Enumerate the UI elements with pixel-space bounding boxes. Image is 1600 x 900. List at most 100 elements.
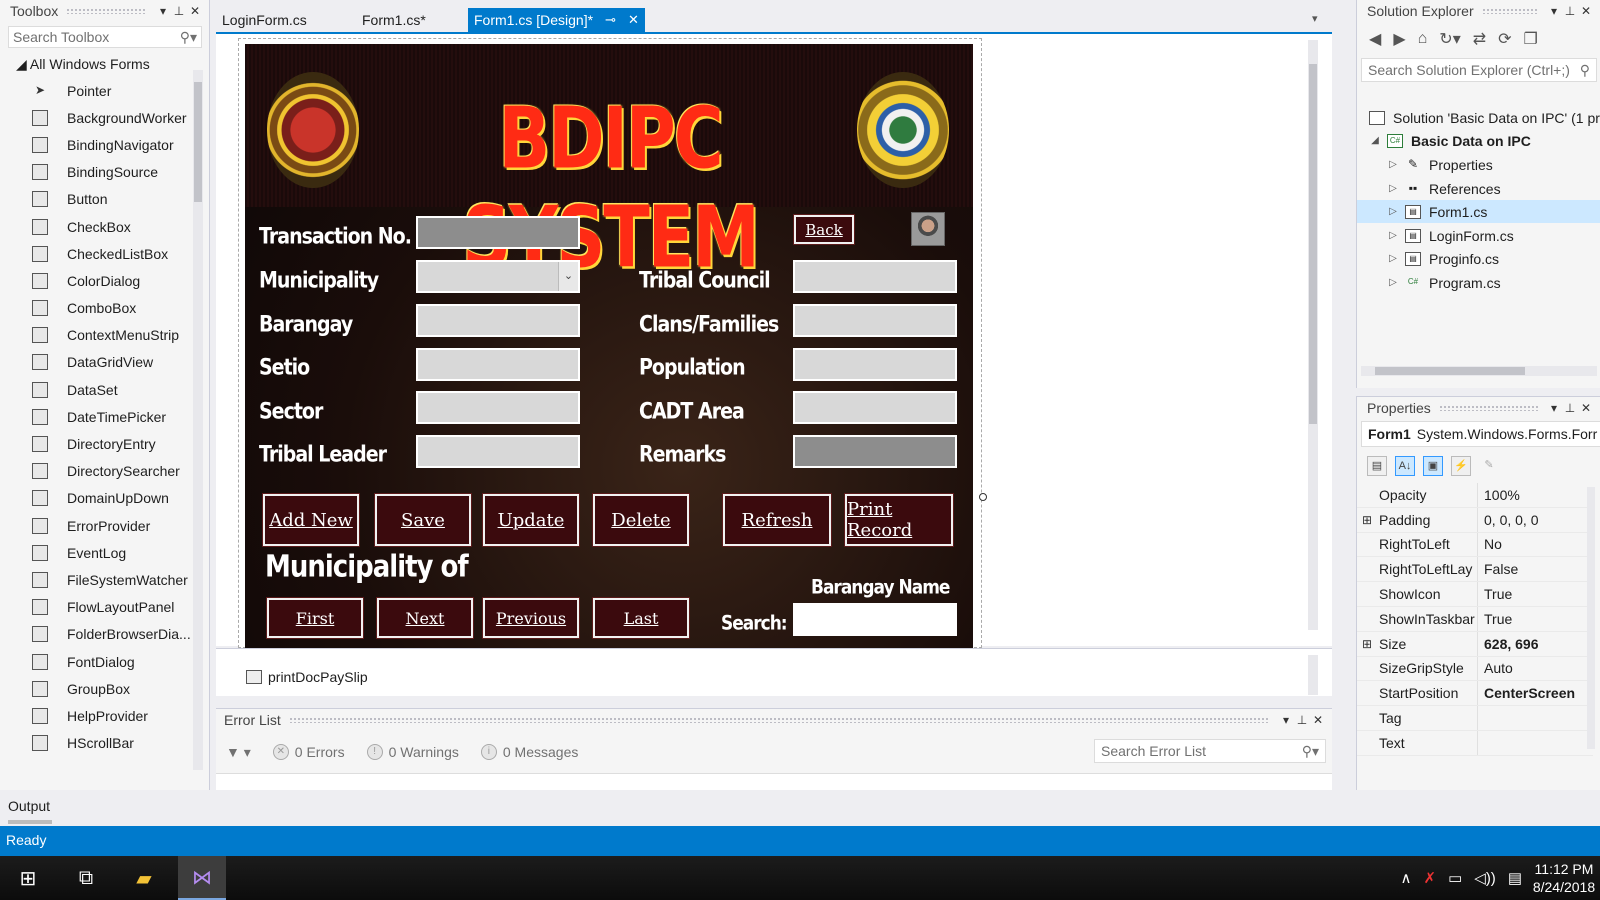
toolbox-item[interactable]: DirectorySearcher (0, 458, 209, 485)
solution-explorer-dropdown-icon[interactable]: ▾ (1546, 4, 1562, 18)
show-hidden-icons-icon[interactable]: ∧ (1401, 869, 1412, 887)
battery-icon[interactable]: ▭ (1448, 869, 1462, 887)
tree-item-properties[interactable]: ▷ ✎ Properties (1357, 153, 1600, 176)
properties-drag-grip[interactable] (1438, 405, 1538, 411)
toolbox-item[interactable]: CheckedListBox (0, 240, 209, 267)
tree-item-program[interactable]: ▷ C# Program.cs (1357, 271, 1600, 294)
property-value[interactable]: No (1477, 532, 1593, 557)
solution-explorer-drag-grip[interactable] (1481, 8, 1538, 14)
toolbox-item[interactable]: FlowLayoutPanel (0, 594, 209, 621)
toolbox-scrollbar[interactable] (193, 70, 203, 770)
forward-arrow-icon[interactable]: ▶ (1393, 29, 1405, 49)
search-field[interactable] (793, 603, 957, 636)
property-value[interactable]: True (1477, 582, 1593, 606)
solution-explorer-close-icon[interactable]: ✕ (1578, 4, 1594, 18)
update-button[interactable]: Update (482, 493, 580, 547)
property-row[interactable]: ⊞ Size 628, 696 (1357, 631, 1593, 657)
property-value[interactable]: False (1477, 557, 1593, 582)
property-value[interactable] (1477, 706, 1593, 730)
toolbox-item[interactable]: HelpProvider (0, 702, 209, 729)
add-new-button[interactable]: Add New (262, 493, 360, 547)
properties-dropdown-icon[interactable]: ▾ (1546, 401, 1562, 415)
toolbox-item[interactable]: ➤ Pointer (0, 77, 209, 104)
hscroll-thumb[interactable] (1375, 367, 1525, 375)
task-view-icon[interactable]: ⧉ (62, 856, 110, 900)
property-value[interactable] (1477, 731, 1593, 755)
property-pages-icon[interactable]: ✎ (1479, 456, 1499, 476)
collapse-all-icon[interactable]: ❐ (1524, 29, 1538, 49)
toolbox-item[interactable]: HScrollBar (0, 730, 209, 757)
toolbox-item[interactable]: CheckBox (0, 213, 209, 240)
error-list-close-icon[interactable]: ✕ (1310, 713, 1326, 727)
refresh-icon[interactable]: ⟳ (1498, 29, 1511, 49)
properties-scrollbar[interactable] (1587, 487, 1595, 749)
expand-arrow-icon[interactable]: ▷ (1387, 253, 1399, 264)
property-value[interactable]: 628, 696 (1477, 631, 1593, 656)
toolbox-item[interactable]: Button (0, 186, 209, 213)
properties-pin-icon[interactable]: ⊥ (1562, 401, 1578, 415)
resize-handle[interactable] (979, 493, 987, 501)
tab-overflow-icon[interactable]: ▾ (1312, 12, 1318, 25)
tree-item-loginform[interactable]: ▷ ▤ LoginForm.cs (1357, 224, 1600, 247)
toolbox-item[interactable]: GroupBox (0, 675, 209, 702)
property-row[interactable]: Text (1357, 731, 1593, 756)
toolbox-drag-grip[interactable] (66, 8, 147, 14)
history-icon[interactable]: ↻▾ (1439, 29, 1460, 49)
barangay-field[interactable] (416, 304, 580, 337)
form1-window[interactable]: BDIPC SYSTEM Back Transaction No. Munici… (245, 44, 973, 648)
property-row[interactable]: RightToLeft No (1357, 532, 1593, 558)
transaction-no-field[interactable] (416, 216, 580, 249)
expanded-arrow-icon[interactable]: ◢ (1369, 135, 1381, 146)
municipality-combo[interactable]: ⌄ (416, 260, 580, 293)
expand-icon[interactable]: ⊞ (1357, 637, 1377, 651)
home-icon[interactable]: ⌂ (1418, 30, 1428, 48)
expand-arrow-icon[interactable]: ▷ (1387, 159, 1399, 170)
network-warning-icon[interactable]: ✗ (1424, 869, 1437, 887)
delete-button[interactable]: Delete (592, 493, 690, 547)
object-selector[interactable]: Form1 System.Windows.Forms.Forr (1361, 421, 1600, 447)
next-button[interactable]: Next (376, 597, 474, 639)
tab-form1-code[interactable]: Form1.cs* (356, 8, 432, 32)
property-value[interactable]: 0, 0, 0, 0 (1477, 507, 1593, 532)
toolbox-dropdown-icon[interactable]: ▾ (155, 4, 171, 18)
property-row[interactable]: Opacity 100% (1357, 483, 1593, 508)
properties-view-icon[interactable]: ▣ (1423, 456, 1443, 476)
population-field[interactable] (793, 348, 957, 381)
toolbox-scroll-thumb[interactable] (194, 82, 202, 202)
toolbox-search-input[interactable]: Search Toolbox ⚲▾ (8, 26, 202, 48)
toolbox-item[interactable]: BindingNavigator (0, 131, 209, 158)
remarks-field[interactable] (793, 435, 957, 468)
expand-icon[interactable]: ⊞ (1357, 513, 1377, 527)
filter-icon[interactable]: ▼ ▾ (226, 744, 251, 761)
toolbox-item[interactable]: EventLog (0, 539, 209, 566)
tribal-leader-field[interactable] (416, 435, 580, 468)
tree-item-proginfo[interactable]: ▷ ▤ Proginfo.cs (1357, 247, 1600, 270)
designer-scroll-thumb[interactable] (1309, 64, 1317, 424)
close-icon[interactable]: ✕ (628, 12, 639, 28)
toolbox-item[interactable]: BackgroundWorker (0, 104, 209, 131)
error-list-drag-grip[interactable] (288, 717, 1270, 723)
toolbox-item[interactable]: FontDialog (0, 648, 209, 675)
refresh-button[interactable]: Refresh (722, 493, 832, 547)
solution-explorer-pin-icon[interactable]: ⊥ (1562, 4, 1578, 18)
property-row[interactable]: ShowIcon True (1357, 582, 1593, 607)
solution-node[interactable]: Solution 'Basic Data on IPC' (1 pr (1357, 106, 1600, 129)
previous-button[interactable]: Previous (482, 597, 580, 639)
back-arrow-icon[interactable]: ◀ (1369, 29, 1381, 49)
cadt-area-field[interactable] (793, 391, 957, 424)
taskbar-clock[interactable]: 11:12 PM 8/24/2018 (1528, 860, 1600, 896)
toolbox-item[interactable]: ColorDialog (0, 267, 209, 294)
component-item[interactable]: printDocPaySlip (246, 669, 368, 685)
toolbox-item[interactable]: ErrorProvider (0, 512, 209, 539)
properties-close-icon[interactable]: ✕ (1578, 401, 1594, 415)
clans-families-field[interactable] (793, 304, 957, 337)
property-row[interactable]: ShowInTaskbar True (1357, 607, 1593, 632)
output-tab[interactable]: Output (8, 798, 50, 814)
search-icon[interactable]: ⚲ (1580, 62, 1590, 79)
setio-field[interactable] (416, 348, 580, 381)
property-value[interactable]: 100% (1477, 483, 1593, 507)
save-button[interactable]: Save (374, 493, 472, 547)
search-icon[interactable]: ⚲▾ (1302, 743, 1319, 760)
tray-scrollbar[interactable] (1308, 655, 1318, 695)
tree-item-form1[interactable]: ▷ ▤ Form1.cs (1357, 200, 1600, 223)
